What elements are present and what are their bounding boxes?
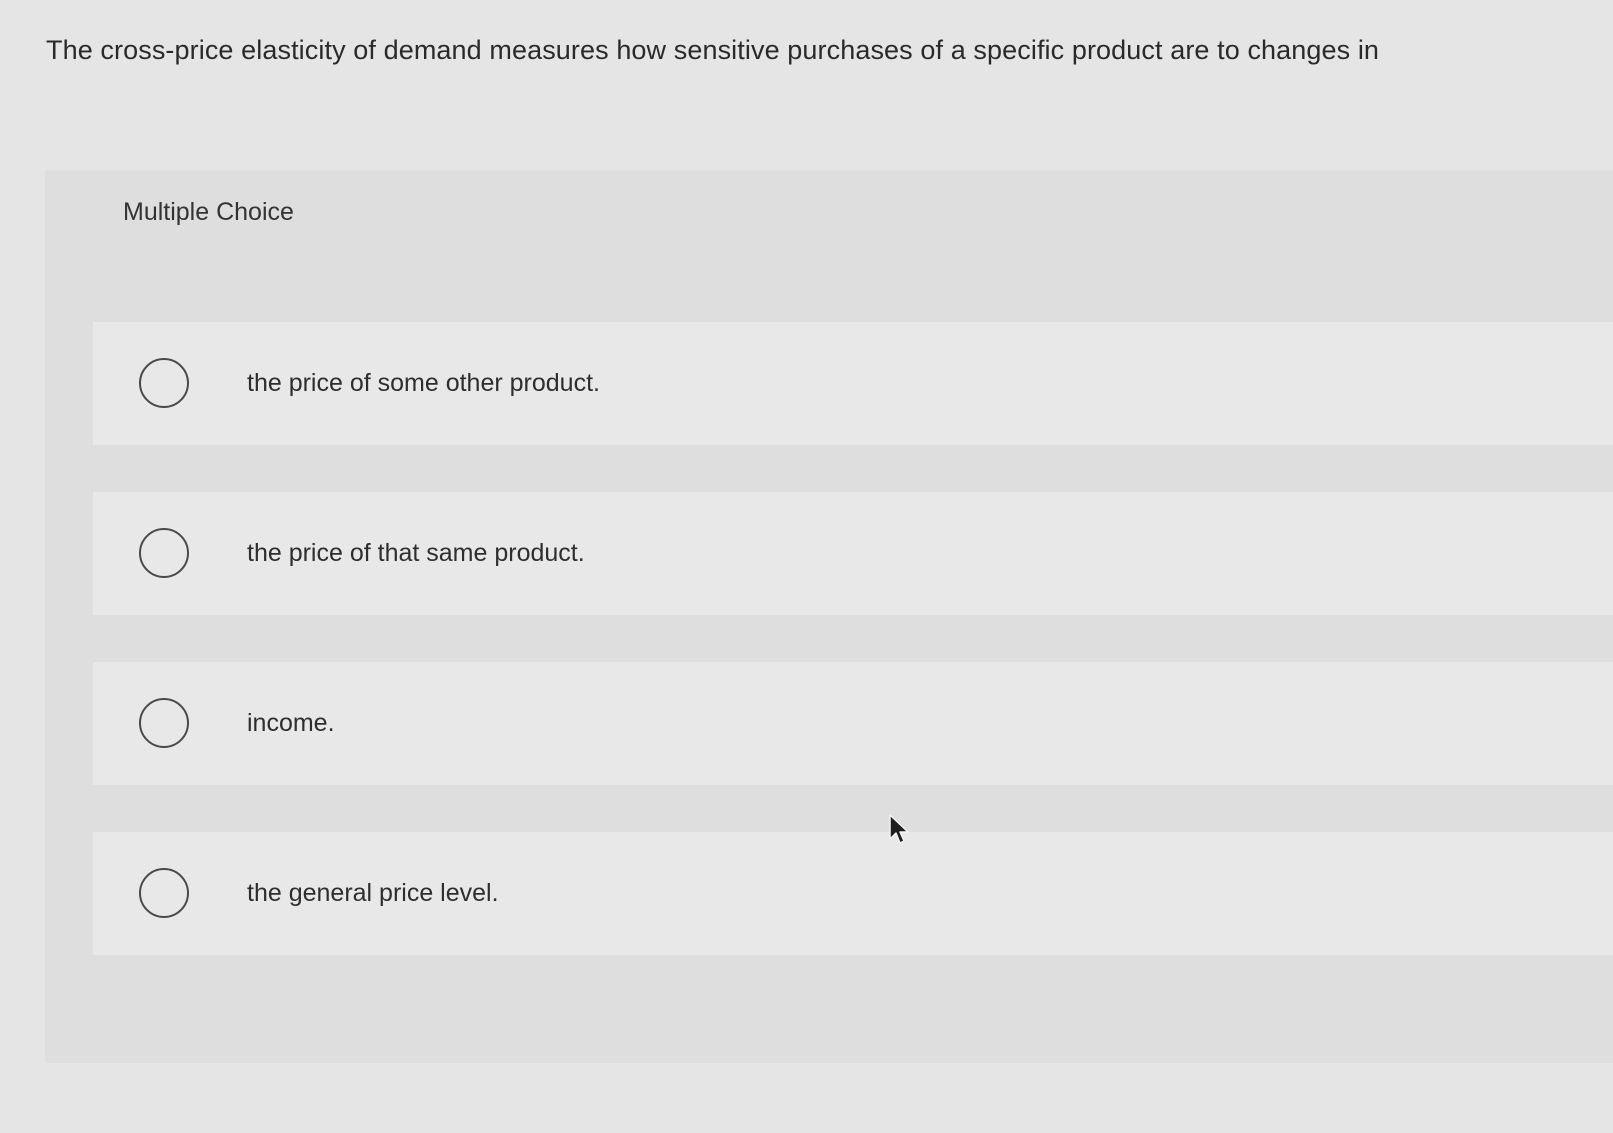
answer-options-list: the price of some other product. the pri… — [93, 322, 1613, 1002]
answer-option-label: the general price level. — [247, 879, 499, 907]
radio-button-icon[interactable] — [139, 358, 189, 408]
answer-option-label: the price of some other product. — [247, 369, 600, 397]
multiple-choice-panel: Multiple Choice the price of some other … — [45, 170, 1613, 1063]
mouse-pointer-icon — [889, 814, 909, 844]
answer-option-1[interactable]: the price of some other product. — [93, 322, 1613, 445]
answer-option-4[interactable]: the general price level. — [93, 832, 1613, 955]
answer-option-label: income. — [247, 709, 335, 737]
question-text: The cross-price elasticity of demand mea… — [46, 35, 1380, 65]
radio-button-icon[interactable] — [139, 528, 189, 578]
answer-option-label: the price of that same product. — [247, 539, 585, 567]
answer-option-3[interactable]: income. — [93, 662, 1613, 785]
radio-button-icon[interactable] — [139, 698, 189, 748]
multiple-choice-label: Multiple Choice — [123, 198, 294, 226]
radio-button-icon[interactable] — [139, 868, 189, 918]
answer-option-2[interactable]: the price of that same product. — [93, 492, 1613, 615]
